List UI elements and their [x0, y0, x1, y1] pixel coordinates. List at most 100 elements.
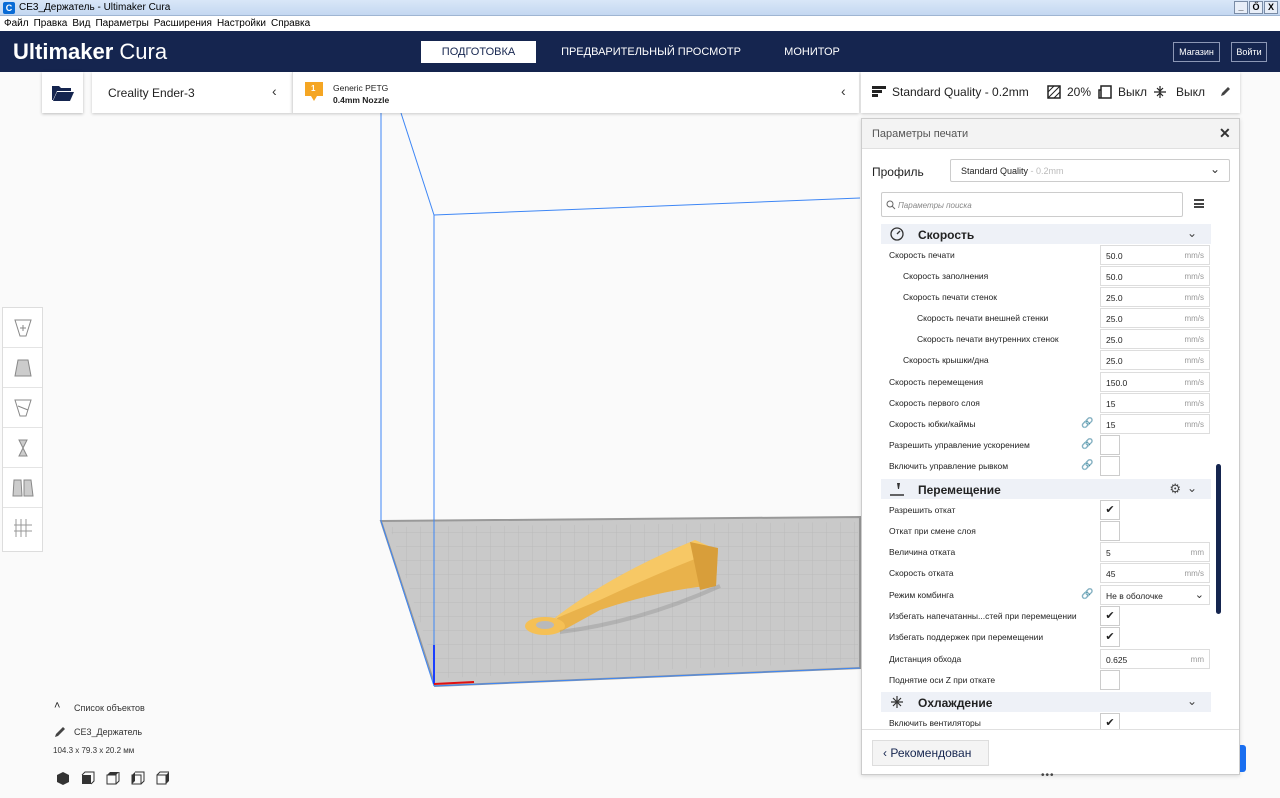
marketplace-button[interactable]: Магазин — [1173, 42, 1220, 62]
setting-field[interactable]: 50.0 mm/s — [1100, 266, 1210, 286]
setting-field[interactable]: 15 mm/s — [1100, 414, 1210, 434]
recommended-mode-button[interactable]: ‹ Рекомендован — [872, 740, 989, 766]
settings-search-input[interactable]: Параметры поиска — [881, 192, 1183, 217]
chevron-down-icon: ⌄ — [1186, 226, 1197, 240]
infill-value: 20% — [1067, 85, 1092, 99]
setting-row: Скорость юбки/каймы 🔗 15 mm/s — [881, 414, 1211, 435]
setting-field[interactable]: 50.0 mm/s — [1100, 245, 1210, 265]
setting-label: Скорость заполнения — [903, 271, 989, 281]
minimize-button[interactable]: _ — [1234, 1, 1248, 14]
search-icon — [886, 200, 896, 210]
setting-field[interactable]: 25.0 mm/s — [1100, 350, 1210, 370]
view-3d-icon[interactable] — [56, 771, 70, 785]
view-right-icon[interactable] — [156, 771, 170, 785]
setting-label: Поднятие оси Z при откате — [889, 675, 996, 685]
object-list: ˄ Список объектов CE3_Держатель 104.3 x … — [50, 700, 250, 790]
pencil-icon — [55, 727, 65, 737]
stage-preview-tab[interactable]: ПРЕДВАРИТЕЛЬНЫЙ ПРОСМОТР — [546, 41, 756, 63]
setting-checkbox[interactable]: ✔ — [1100, 500, 1120, 520]
stage-monitor-tab[interactable]: МОНИТОР — [771, 41, 853, 63]
setting-label: Откат при смене слоя — [889, 526, 976, 536]
setting-label: Скорость отката — [889, 568, 954, 578]
quality-icon — [872, 86, 886, 97]
settings-scrollbar[interactable] — [1216, 464, 1221, 614]
setting-checkbox[interactable]: ✔ — [1100, 627, 1120, 647]
menu-preferences[interactable]: Настройки — [217, 16, 266, 31]
profile-dropdown[interactable]: Standard Quality - 0.2mm ⌄ — [950, 159, 1230, 182]
setting-label: Скорость печати внешней стенки — [917, 313, 1049, 323]
menu-settings[interactable]: Параметры — [95, 16, 148, 31]
scale-tool[interactable] — [3, 348, 42, 388]
chevron-up-icon[interactable]: ˄ — [54, 700, 60, 712]
move-tool[interactable] — [3, 308, 42, 348]
setting-label: Избегать напечатанны...стей при перемеще… — [889, 611, 1077, 621]
folder-icon — [52, 86, 74, 101]
setting-checkbox[interactable] — [1100, 670, 1120, 690]
object-name[interactable]: CE3_Держатель — [74, 727, 142, 737]
nozzle-name: 0.4mm Nozzle — [333, 95, 390, 105]
setting-row: Скорость крышки/дна 25.0 mm/s — [881, 350, 1211, 371]
open-file-button[interactable] — [42, 72, 83, 113]
stage-prepare-tab[interactable]: ПОДГОТОВКА — [421, 41, 536, 63]
machine-name: Creality Ender-3 — [108, 86, 195, 100]
combing-mode-dropdown[interactable]: Не в оболочке ⌄ — [1100, 585, 1210, 605]
support-blocker-icon — [14, 519, 32, 537]
setting-checkbox[interactable]: ✔ — [1100, 606, 1120, 626]
setting-checkbox[interactable] — [1100, 435, 1120, 455]
setting-row: Избегать напечатанны...стей при перемеще… — [881, 606, 1211, 627]
menu-edit[interactable]: Правка — [34, 16, 68, 31]
rotate-tool[interactable] — [3, 388, 42, 428]
setting-checkbox[interactable] — [1100, 521, 1120, 541]
object-list-header[interactable]: Список объектов — [74, 703, 145, 713]
pencil-icon[interactable] — [1219, 86, 1231, 98]
slice-button[interactable] — [1240, 745, 1246, 772]
category-cooling[interactable]: Охлаждение ⌄ — [881, 692, 1211, 712]
setting-field[interactable]: 25.0 mm/s — [1100, 329, 1210, 349]
print-setup-selector[interactable]: Standard Quality - 0.2mm 20% Выкл Выкл — [861, 72, 1240, 113]
setting-checkbox[interactable] — [1100, 456, 1120, 476]
setting-row: Скорость перемещения 150.0 mm/s — [881, 372, 1211, 393]
chevron-down-icon: ⌄ — [1186, 481, 1197, 495]
setting-row: Скорость заполнения 50.0 mm/s — [881, 266, 1211, 287]
settings-visibility-menu-icon[interactable] — [1194, 199, 1204, 208]
fan-icon — [891, 696, 903, 708]
mirror-tool[interactable] — [3, 428, 42, 468]
per-model-settings-tool[interactable] — [3, 468, 42, 508]
more-options-icon[interactable]: ••• — [1041, 770, 1055, 781]
close-window-button[interactable]: X — [1264, 1, 1278, 14]
setting-field[interactable]: 45 mm/s — [1100, 563, 1210, 583]
support-icon — [1098, 85, 1112, 99]
panel-footer: ‹ Рекомендован — [862, 729, 1239, 774]
setting-field[interactable]: 5 mm — [1100, 542, 1210, 562]
close-icon[interactable]: ✕ — [1219, 125, 1231, 142]
panel-header: Параметры печати ✕ — [862, 119, 1239, 149]
menu-help[interactable]: Справка — [271, 16, 310, 31]
quality-label: Standard Quality - 0.2mm — [892, 85, 1029, 99]
setting-field[interactable]: 150.0 mm/s — [1100, 372, 1210, 392]
menu-file[interactable]: Файл — [4, 16, 29, 31]
setting-field[interactable]: 25.0 mm/s — [1100, 287, 1210, 307]
setting-label: Включить вентиляторы — [889, 718, 981, 728]
signin-button[interactable]: Войти — [1231, 42, 1267, 62]
setting-row: Скорость печати внешней стенки 25.0 mm/s — [881, 308, 1211, 329]
category-speed[interactable]: Скорость ⌄ — [881, 224, 1211, 244]
setting-field[interactable]: 15 mm/s — [1100, 393, 1210, 413]
view-left-icon[interactable] — [131, 771, 145, 785]
tool-bar — [2, 307, 43, 552]
setting-field[interactable]: 25.0 mm/s — [1100, 308, 1210, 328]
view-top-icon[interactable] — [106, 771, 120, 785]
setting-field[interactable]: 0.625 mm — [1100, 649, 1210, 669]
category-travel[interactable]: Перемещение ⚙ ⌄ — [881, 479, 1211, 499]
gear-icon[interactable]: ⚙ — [1169, 481, 1181, 497]
menu-view[interactable]: Вид — [72, 16, 90, 31]
material-selector[interactable]: 1 Generic PETG 0.4mm Nozzle ‹ — [292, 72, 859, 113]
view-front-icon[interactable] — [81, 771, 95, 785]
restore-button[interactable]: Ő — [1249, 1, 1263, 14]
panel-title: Параметры печати — [872, 128, 969, 140]
infill-icon — [1047, 85, 1061, 99]
setting-checkbox[interactable]: ✔ — [1100, 713, 1120, 729]
menu-extensions[interactable]: Расширения — [154, 16, 212, 31]
category-title: Скорость — [918, 228, 975, 242]
support-blocker-tool[interactable] — [3, 508, 42, 548]
machine-selector[interactable]: Creality Ender-3 ‹ — [92, 72, 292, 113]
